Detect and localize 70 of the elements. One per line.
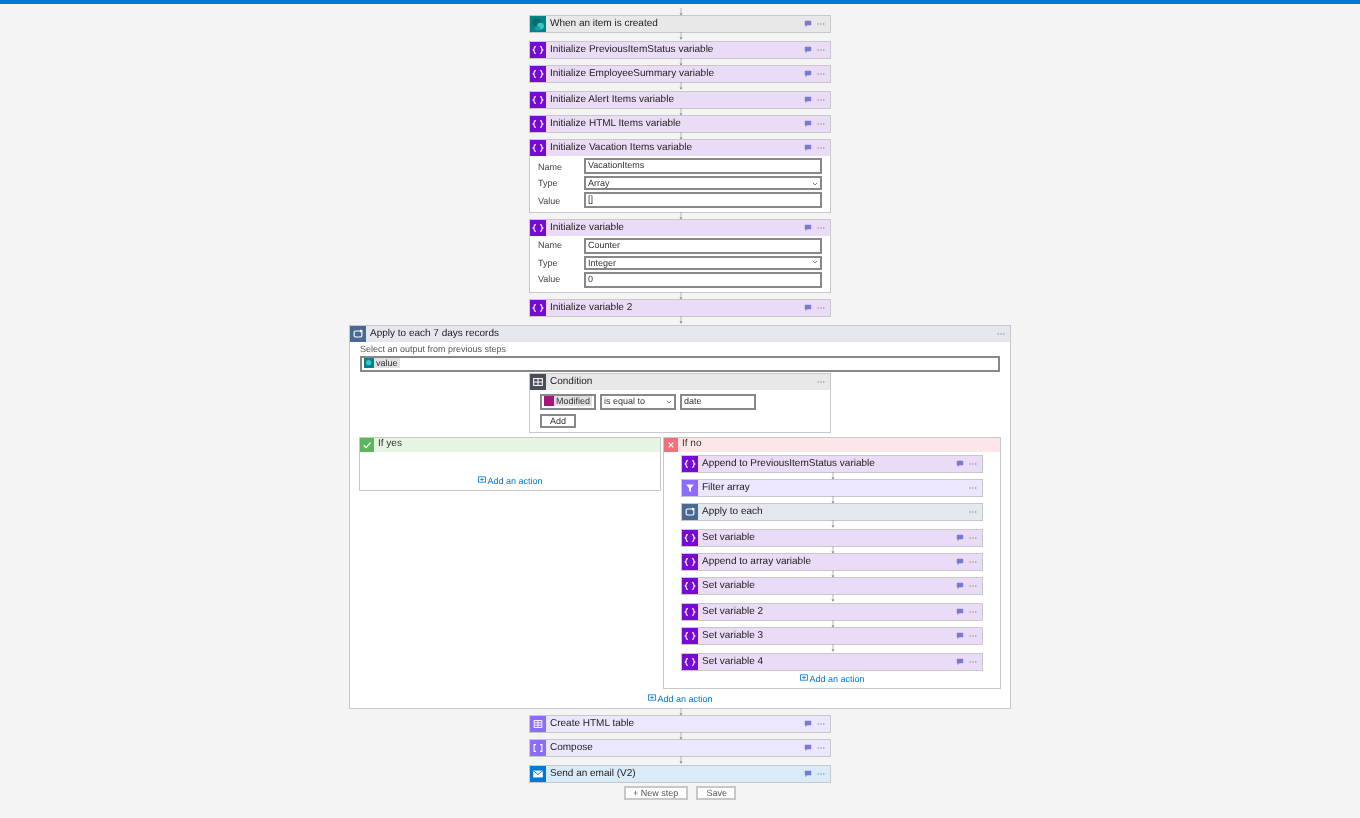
connector-arrow: [827, 471, 837, 480]
token-icon: [364, 358, 374, 369]
brackets-icon: [532, 304, 544, 313]
brackets-icon: [684, 657, 696, 666]
connector-arrow: [827, 495, 837, 505]
chevron-down-icon: [666, 399, 673, 404]
brackets-icon: [684, 607, 696, 616]
brackets-icon: [684, 533, 696, 542]
connector-arrow: [827, 545, 837, 555]
connector-arrow: [827, 570, 837, 579]
connector-arrow: [675, 82, 685, 92]
comment-icon[interactable]: [804, 744, 812, 753]
comment-icon[interactable]: [804, 20, 812, 29]
comment-icon[interactable]: [804, 304, 812, 313]
comment-icon[interactable]: [956, 582, 964, 591]
token-icon: [544, 396, 554, 407]
add-icon: [647, 694, 656, 702]
loop-icon: [353, 328, 364, 337]
loop-card[interactable]: [350, 325, 1010, 708]
brackets-icon: [532, 119, 544, 128]
connector-arrow: [675, 32, 685, 42]
brackets-icon: [684, 459, 696, 468]
comment-icon[interactable]: [956, 632, 964, 641]
brackets-icon: [533, 744, 543, 753]
connector-arrow: [827, 619, 837, 629]
brackets-icon: [684, 582, 696, 591]
brackets-icon: [532, 144, 544, 153]
brackets-icon: [532, 95, 544, 104]
comment-icon[interactable]: [956, 558, 964, 567]
condition-icon: [533, 377, 543, 385]
comment-icon[interactable]: [804, 144, 812, 153]
add-icon: [477, 476, 486, 484]
chevron-down-icon: [812, 260, 818, 265]
connector-arrow: [675, 316, 685, 326]
connector-arrow: [675, 211, 685, 221]
comment-icon[interactable]: [956, 533, 964, 542]
chevron-down-icon: [812, 181, 818, 186]
connector-arrow: [675, 107, 685, 116]
table-icon: [533, 720, 543, 728]
add-icon: [799, 674, 808, 682]
comment-icon[interactable]: [804, 95, 812, 104]
comment-icon[interactable]: [804, 769, 812, 778]
comment-icon[interactable]: [956, 607, 964, 616]
brackets-icon: [532, 70, 544, 79]
comment-icon[interactable]: [956, 459, 964, 468]
connector-arrow: [675, 707, 685, 717]
funnel-icon: [686, 484, 694, 492]
loop-icon: [685, 508, 696, 517]
connector-arrow: [675, 8, 685, 17]
envelope-icon: [532, 769, 544, 778]
brackets-icon: [532, 45, 544, 54]
comment-icon[interactable]: [804, 224, 812, 233]
connector-arrow: [827, 644, 837, 654]
comment-icon[interactable]: [804, 119, 812, 128]
comment-icon[interactable]: [804, 45, 812, 54]
connector-arrow: [675, 291, 685, 301]
connector-arrow: [675, 756, 685, 766]
connector-arrow: [675, 57, 685, 67]
close-icon: [664, 437, 678, 452]
brackets-icon: [532, 224, 544, 233]
brackets-icon: [684, 632, 696, 641]
comment-icon[interactable]: [956, 657, 964, 666]
connector-arrow: [675, 131, 685, 141]
comment-icon[interactable]: [804, 70, 812, 79]
brackets-icon: [684, 558, 696, 567]
connector-arrow: [827, 520, 837, 530]
comment-icon[interactable]: [804, 720, 812, 729]
connector-arrow: [827, 594, 837, 604]
check-icon: [360, 437, 374, 452]
connector-arrow: [675, 732, 685, 741]
